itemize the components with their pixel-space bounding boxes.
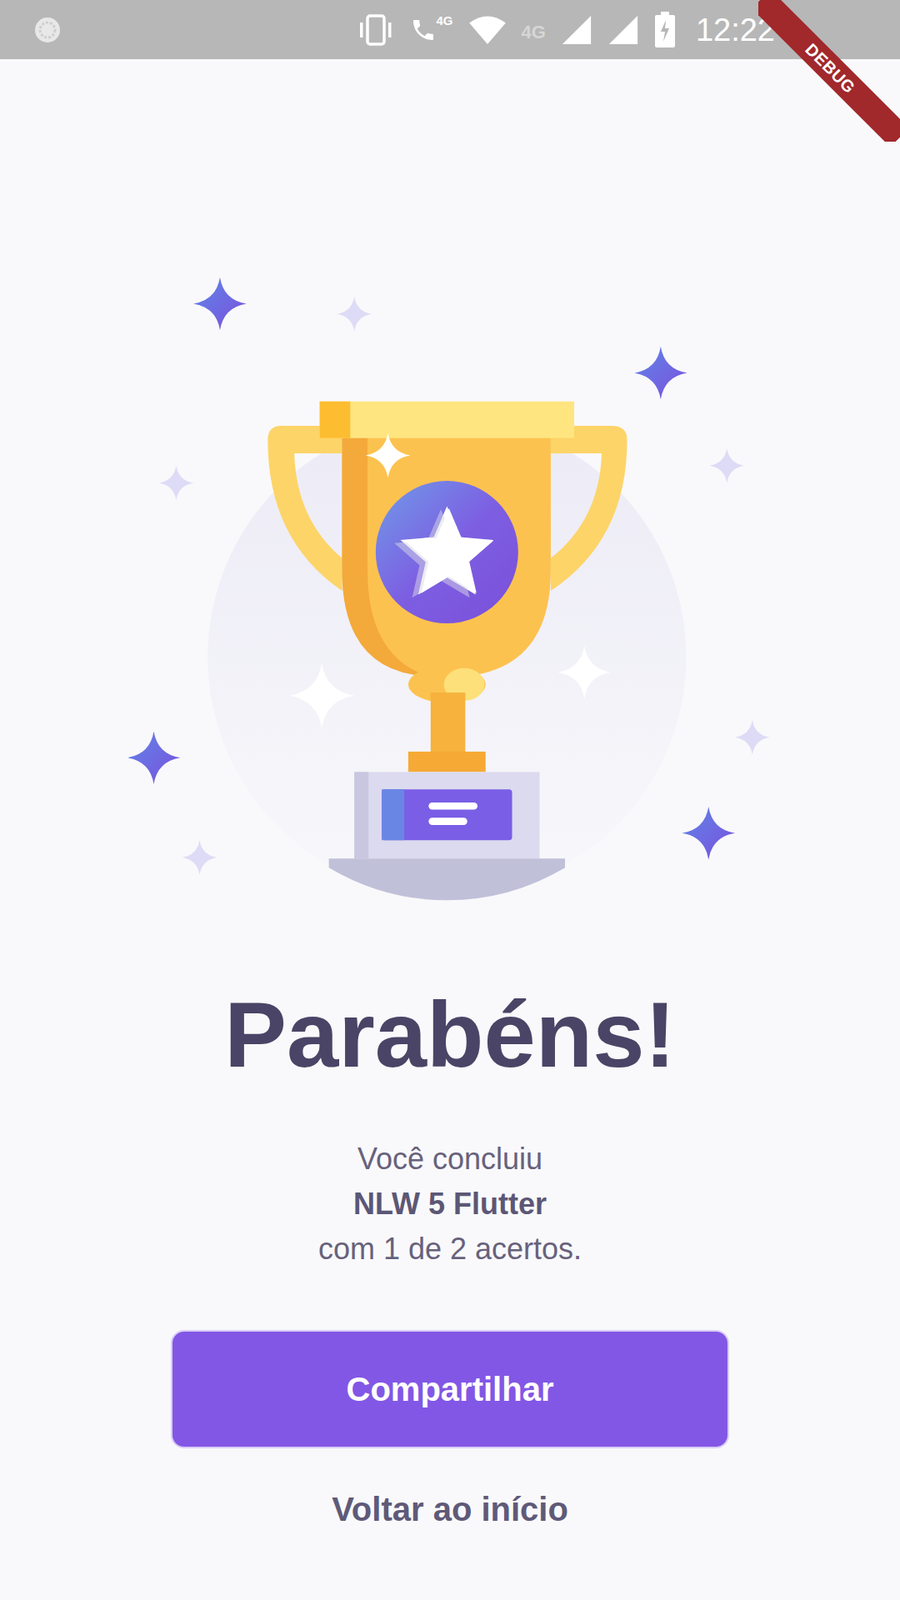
sync-icon [33,15,62,45]
call-network-label: 4G [436,14,454,28]
share-button[interactable]: Compartilhar [170,1330,730,1449]
trophy-icon [128,275,772,903]
debug-banner: DEBUG [758,0,900,142]
quiz-name: NLW 5 Flutter [353,1181,547,1227]
battery-icon [654,11,676,49]
vibrate-icon [356,13,395,47]
clock: 12:22 [695,11,775,49]
network-label: 4G [521,18,546,46]
wifi-icon [468,14,507,46]
signal-icon [607,14,640,46]
status-bar: 4G4G12:22DEBUG [0,0,900,60]
title: Parabéns! [224,979,676,1091]
message-intro: Você concluiu [357,1136,543,1182]
result-screen: 4G 4G 12:22DEBUG Parabéns! Você concluiuNLW … [0,0,900,1600]
result-message: Você concluiuNLW 5 Fluttercom 1 de 2 ace… [318,1136,582,1272]
signal-icon [560,14,593,46]
message-result: com 1 de 2 acertos. [318,1226,582,1272]
back-home-button[interactable]: Voltar ao início [315,1485,585,1533]
phone-icon [410,14,437,46]
